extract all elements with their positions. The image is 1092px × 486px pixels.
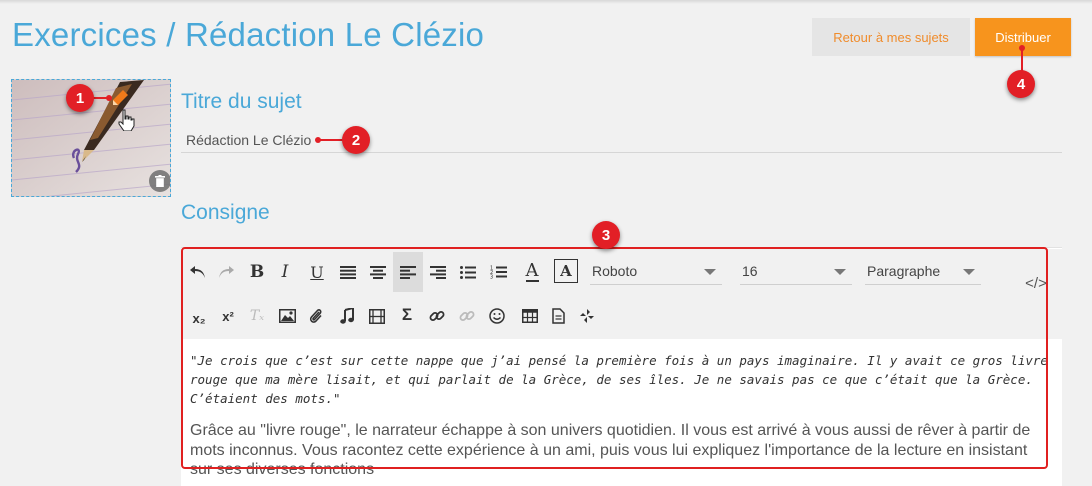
numbered-list-icon[interactable]: 123	[485, 255, 511, 289]
instruction-text: Grâce au "livre rouge", le narrateur éch…	[190, 422, 1031, 478]
annotation-marker-2: 2	[342, 126, 370, 154]
special-icon[interactable]	[574, 299, 600, 333]
bullet-list-icon[interactable]	[455, 255, 481, 289]
marker-dot	[1019, 45, 1025, 51]
consigne-heading: Consigne	[181, 201, 270, 224]
attachment-icon[interactable]	[303, 299, 329, 333]
align-left-icon[interactable]	[393, 252, 423, 292]
marker-dot	[106, 95, 112, 101]
pencil-edit-icon[interactable]	[111, 89, 129, 107]
rich-text-editor[interactable]: B I U 123 A A Roboto 16 Paragraphe x₂ x²…	[181, 247, 1062, 486]
align-right-icon[interactable]	[425, 255, 451, 289]
bold-icon[interactable]: B	[244, 255, 270, 289]
align-justify-icon[interactable]	[335, 255, 361, 289]
subject-title-underline	[181, 152, 1062, 153]
redo-icon[interactable]	[213, 255, 239, 289]
subject-title-field[interactable]: Rédaction Le Clézio	[186, 132, 311, 148]
superscript-icon[interactable]: x²	[215, 299, 241, 333]
subscript-icon[interactable]: x₂	[186, 301, 212, 335]
emoji-icon[interactable]	[484, 299, 510, 333]
quote-text: "Je crois que c’est sur cette nappe que …	[190, 353, 1048, 406]
top-shadow	[0, 0, 1092, 4]
back-to-subjects-button[interactable]: Retour à mes sujets	[812, 18, 970, 56]
svg-text:3: 3	[490, 275, 493, 280]
editor-toolbar: B I U 123 A A Roboto 16 Paragraphe x₂ x²…	[182, 249, 1011, 339]
block-format-value: Paragraphe	[867, 262, 941, 279]
unlink-icon[interactable]	[454, 299, 480, 333]
code-view-area: </>	[1011, 249, 1062, 339]
font-size-value: 16	[742, 262, 758, 279]
underline-icon[interactable]: U	[304, 255, 330, 289]
code-view-icon[interactable]: </>	[1021, 266, 1051, 300]
editor-content[interactable]: "Je crois que c’est sur cette nappe que …	[190, 351, 1050, 480]
annotation-marker-4: 4	[1007, 70, 1035, 98]
audio-icon[interactable]	[334, 299, 360, 333]
formula-icon[interactable]: Σ	[394, 298, 420, 332]
background-color-icon[interactable]: A	[554, 259, 578, 283]
table-icon[interactable]	[517, 299, 543, 333]
chevron-down-icon	[834, 269, 846, 275]
chevron-down-icon	[704, 269, 716, 275]
trash-icon	[155, 175, 165, 187]
italic-icon[interactable]: I	[274, 255, 296, 289]
video-icon[interactable]	[364, 299, 390, 333]
image-icon[interactable]	[274, 299, 300, 333]
block-format-select[interactable]: Paragraphe	[865, 257, 981, 285]
document-icon[interactable]	[545, 299, 571, 333]
page-title: Exercices / Rédaction Le Clézio	[12, 16, 485, 53]
link-icon[interactable]	[424, 299, 450, 333]
undo-icon[interactable]	[185, 255, 211, 289]
text-color-icon[interactable]: A	[517, 255, 547, 289]
marker-dot	[315, 137, 321, 143]
chevron-down-icon	[963, 269, 975, 275]
font-family-value: Roboto	[592, 262, 638, 279]
subject-title-heading: Titre du sujet	[181, 90, 302, 113]
annotation-marker-1: 1	[66, 84, 94, 112]
hand-cursor-icon	[118, 109, 135, 131]
font-family-select[interactable]: Roboto	[590, 257, 722, 285]
marker-connector	[318, 139, 344, 141]
font-size-select[interactable]: 16	[740, 257, 852, 285]
annotation-marker-3: 3	[592, 221, 620, 249]
delete-image-button[interactable]	[149, 170, 170, 192]
clear-format-icon[interactable]: Tₓ	[244, 299, 270, 333]
align-center-icon[interactable]	[365, 255, 391, 289]
